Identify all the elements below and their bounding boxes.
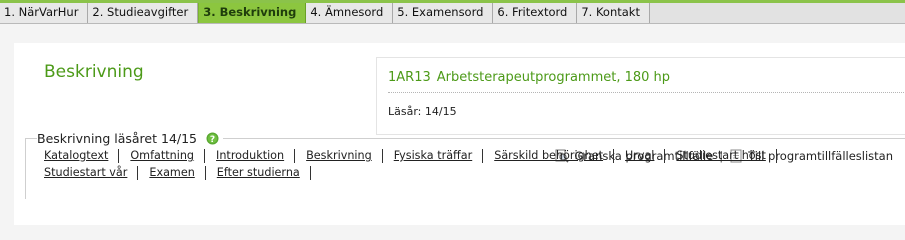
year-label: Läsår:: [388, 105, 422, 118]
link-omfattning[interactable]: Omfattning: [119, 149, 206, 163]
svg-text:?: ?: [210, 135, 215, 145]
academic-year: Läsår: 14/15: [388, 105, 457, 118]
step-tab-bar: 1. NärVarHur 2. Studieavgifter 3. Beskri…: [0, 3, 905, 24]
link-beskrivning[interactable]: Beskrivning: [295, 149, 383, 163]
tab-studieavgifter[interactable]: 2. Studieavgifter: [88, 3, 199, 23]
dotted-divider: [388, 92, 905, 93]
tab-narvarhur[interactable]: 1. NärVarHur: [0, 3, 89, 23]
section-links-row-1: Katalogtext Omfattning Introduktion Besk…: [33, 149, 777, 163]
program-info-box: 1AR13 Arbetsterapeutprogrammet, 180 hp Lä…: [376, 57, 905, 135]
tab-fritextord[interactable]: 6. Fritextord: [493, 3, 578, 23]
link-introduktion[interactable]: Introduktion: [205, 149, 296, 163]
link-studiestart-var[interactable]: Studiestart vår: [33, 166, 139, 180]
section-links-row-2: Studiestart vår Examen Efter studierna: [33, 166, 311, 180]
link-examen[interactable]: Examen: [138, 166, 206, 180]
link-studiestart-host[interactable]: Studiestart höst: [665, 149, 777, 163]
tab-amnesord[interactable]: 4. Ämnesord: [306, 3, 394, 23]
link-efter-studierna[interactable]: Efter studierna: [206, 166, 311, 180]
year-value: 14/15: [424, 105, 457, 118]
fieldset-legend: Beskrivning läsåret 14/15 ?: [37, 131, 224, 146]
info-circle-icon[interactable]: ?: [206, 132, 219, 145]
page-title: Beskrivning: [44, 62, 144, 82]
tab-examensord[interactable]: 5. Examensord: [393, 3, 494, 23]
program-code: 1AR13: [388, 70, 431, 85]
link-fysiska-traffar[interactable]: Fysiska träffar: [383, 149, 484, 163]
link-urval[interactable]: Urval: [614, 149, 666, 163]
link-sarskild-behorighet[interactable]: Särskild behörighet: [483, 149, 615, 163]
tab-kontakt[interactable]: 7. Kontakt: [577, 3, 650, 23]
program-title: 1AR13 Arbetsterapeutprogrammet, 180 hp: [388, 70, 670, 85]
program-name: Arbetsterapeutprogrammet, 180 hp: [436, 70, 671, 85]
legend-text: Beskrivning läsåret 14/15: [37, 131, 198, 146]
link-katalogtext[interactable]: Katalogtext: [33, 149, 120, 163]
tab-beskrivning[interactable]: 3. Beskrivning: [198, 3, 307, 23]
